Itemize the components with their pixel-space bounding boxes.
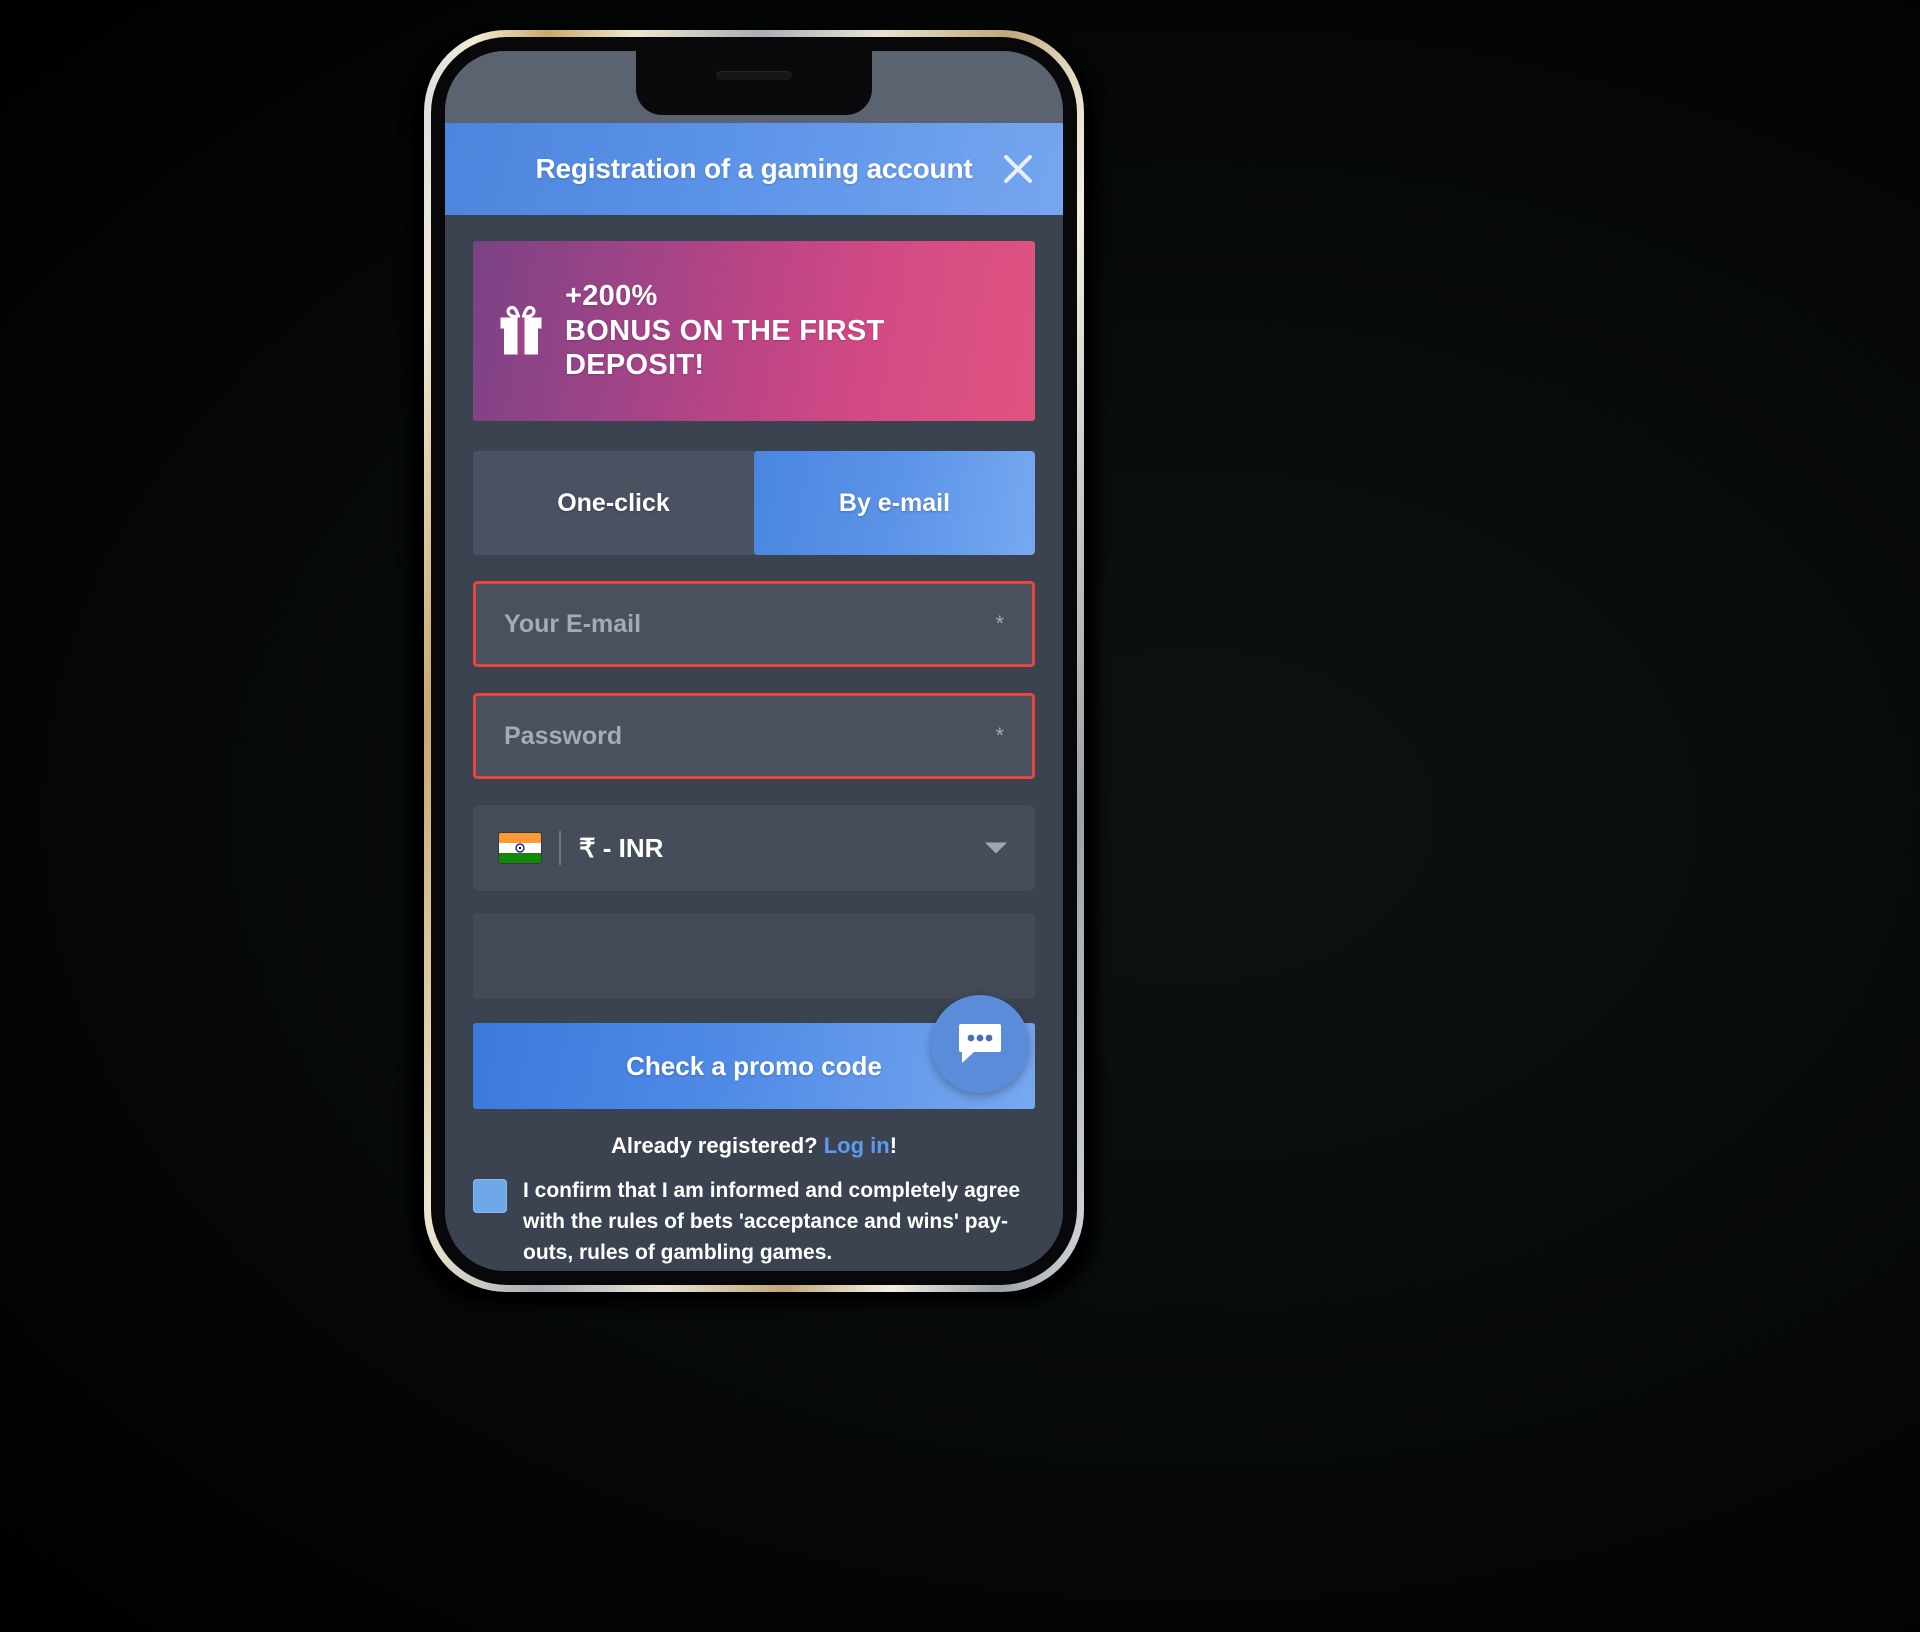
page-title: Registration of a gaming account bbox=[535, 153, 973, 184]
registration-modal: Registration of a gaming account +200% B… bbox=[445, 123, 1063, 1271]
password-required-marker: * bbox=[995, 723, 1004, 748]
currency-label: ₹ - INR bbox=[579, 832, 664, 863]
modal-header: Registration of a gaming account bbox=[445, 123, 1063, 215]
password-placeholder: Password bbox=[504, 721, 623, 750]
india-flag-icon bbox=[499, 833, 541, 863]
currency-select[interactable]: ₹ - INR bbox=[473, 805, 1035, 891]
phone-device-mockup: Registration of a gaming account +200% B… bbox=[410, 30, 1098, 1306]
chat-bubble-icon bbox=[959, 1024, 1001, 1063]
gift-icon bbox=[499, 305, 543, 357]
terms-row: I confirm that I am informed and complet… bbox=[473, 1175, 1035, 1268]
login-prompt: Already registered? Log in! bbox=[473, 1133, 1035, 1159]
tab-one-click[interactable]: One-click bbox=[473, 451, 754, 555]
bonus-percent: +200% bbox=[565, 279, 658, 312]
login-prompt-suffix: ! bbox=[889, 1133, 898, 1158]
terms-text: I confirm that I am informed and complet… bbox=[523, 1179, 1021, 1265]
device-screen: Registration of a gaming account +200% B… bbox=[445, 51, 1063, 1271]
modal-body: +200% BONUS ON THE FIRST DEPOSIT! One-cl… bbox=[445, 215, 1063, 1271]
terms-checkbox[interactable] bbox=[473, 1179, 507, 1213]
tab-by-email[interactable]: By e-mail bbox=[754, 451, 1035, 555]
earpiece-speaker-icon bbox=[716, 71, 792, 80]
chevron-down-icon[interactable] bbox=[985, 842, 1007, 854]
email-field[interactable]: Your E-mail * bbox=[473, 581, 1035, 667]
password-field[interactable]: Password * bbox=[473, 693, 1035, 779]
chat-support-button[interactable] bbox=[931, 995, 1029, 1093]
login-prompt-prefix: Already registered? bbox=[610, 1133, 824, 1158]
bonus-headline: BONUS ON THE FIRST DEPOSIT! bbox=[565, 314, 885, 382]
device-notch bbox=[636, 51, 872, 115]
registration-method-tabs: One-click By e-mail bbox=[473, 451, 1035, 555]
log-in-link[interactable]: Log in bbox=[824, 1133, 890, 1158]
bonus-text: +200% BONUS ON THE FIRST DEPOSIT! bbox=[565, 279, 1009, 383]
promo-code-input[interactable] bbox=[473, 913, 1035, 999]
bonus-banner: +200% BONUS ON THE FIRST DEPOSIT! bbox=[473, 241, 1035, 421]
close-icon[interactable] bbox=[995, 146, 1041, 192]
email-placeholder: Your E-mail bbox=[504, 609, 642, 638]
email-required-marker: * bbox=[995, 611, 1004, 636]
currency-divider bbox=[559, 831, 561, 865]
